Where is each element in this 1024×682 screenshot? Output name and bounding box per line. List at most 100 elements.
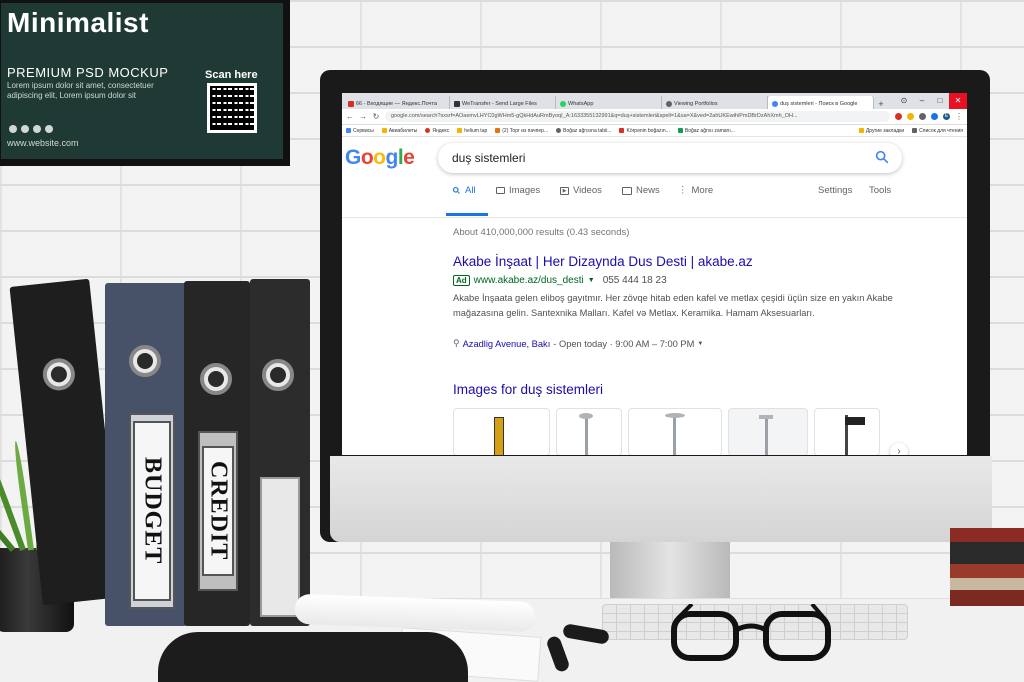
binder-label-holder: CREDIT [198,431,238,591]
book-stack [950,528,1024,606]
browser-tab-label: WhatsApp [568,101,594,107]
bookmark-favicon-icon [495,128,501,133]
tab-more[interactable]: ⋮ More [678,185,713,196]
bookmark-item[interactable]: Сервисы [346,128,374,134]
office-chair [158,632,468,682]
browser-tab-label: 66 - Входящие — Яндекс.Почта [356,101,437,107]
binder-blank-label [260,477,300,617]
whatsapp-icon [560,101,566,107]
browser-tab[interactable]: WeTransfer - Send Large Files [450,96,556,109]
settings-link[interactable]: Settings [818,185,852,196]
gmail-icon [348,101,354,107]
bookmark-label: (2) Торг из пачпер... [502,127,549,134]
reload-icon[interactable]: ↻ [372,112,380,121]
reading-list-icon [912,128,918,133]
browser-tab-active[interactable]: duş sistemleri - Поиск в Google [768,96,874,109]
menu-kebab-icon[interactable]: ⋮ [955,112,963,121]
google-logo[interactable]: Google [345,146,415,170]
browser-tab-label: WeTransfer - Send Large Files [462,101,537,107]
binder-budget: BUDGET [105,283,187,626]
social-icon [9,125,17,133]
bookmark-item[interactable]: Boğaz ağrısına tabii... [556,128,611,134]
browser-tab[interactable]: Viewing Portfolios [662,96,768,109]
binder-ring-hole [41,356,77,392]
bookmark-item[interactable]: Яндекс [425,128,449,134]
poster-scan-label: Scan here [205,69,258,81]
url-input[interactable]: google.com/search?sxsrf=AOaemvLHYC0gWHm5… [385,111,890,122]
poster-body-text: Lorem ipsum dolor sit amet, consectetuer… [7,81,154,100]
close-window-icon[interactable]: ✕ [949,93,967,109]
profile-avatar[interactable]: E [943,113,950,120]
monitor-screen: 66 - Входящие — Яндекс.Почта WeTransfer … [342,93,967,455]
back-arrow-icon[interactable]: ← [346,112,354,121]
bookmark-label: Boğaz ağrısına tabii... [563,127,612,134]
bookmark-label: Boğaz ağrısı zamanı... [684,127,735,134]
social-icon [21,125,29,133]
poster-title: Minimalist [7,7,149,38]
bookmark-favicon-icon [457,128,463,133]
tab-more-label: More [691,185,714,196]
tools-link[interactable]: Tools [869,185,891,196]
tab-search-icon[interactable]: ⊙ [895,93,913,109]
tab-images-label: Images [509,185,541,196]
reading-list[interactable]: Список для чтения [912,128,963,134]
binder-label: BUDGET [133,421,171,601]
wetransfer-icon [454,101,460,107]
browser-tab[interactable]: WhatsApp [556,96,662,109]
google-results-page: Google duş sistemleri All Images ▶ Video… [342,137,967,455]
settings-label: Settings [818,185,853,196]
bookmark-favicon-icon [677,128,683,133]
binder-ring-hole [200,363,232,395]
video-play-icon: ▶ [560,186,569,195]
extension-icon[interactable] [907,113,914,120]
bookmark-item[interactable]: Boğaz ağrısı zamanı... [677,127,735,134]
extension-icon[interactable] [919,113,926,120]
tab-all[interactable]: All [452,185,476,196]
bookmark-label: Другие закладки [865,127,905,134]
monitor-chin [330,456,992,542]
binder-label: CREDIT [202,446,234,576]
google-icon [772,101,778,107]
tab-news-label: News [636,185,660,196]
bookmark-folder-other[interactable]: Другие закладки [858,127,905,134]
extension-icon[interactable] [931,113,938,120]
image-icon [496,187,505,194]
search-icon[interactable] [874,149,890,165]
binder-label-holder: BUDGET [129,413,175,609]
tab-news[interactable]: News [622,185,660,196]
portfolio-icon [666,101,672,107]
poster-panel: Minimalist PREMIUM PSD MOCKUP Lorem ipsu… [1,3,283,159]
browser-tab-bar: 66 - Входящие — Яндекс.Почта WeTransfer … [342,93,967,109]
browser-tab-label: Viewing Portfolios [674,101,718,107]
bookmark-label: Авиабилеты [388,127,418,134]
extension-icon[interactable] [895,113,902,120]
bookmark-label: Список для чтения [919,127,963,134]
forward-arrow-icon[interactable]: → [359,112,367,121]
bookmark-favicon-icon [381,128,387,133]
bookmark-label: Körpənin boğazın... [626,127,670,134]
folder-icon [858,128,864,133]
bookmark-item[interactable]: Авиабилеты [381,127,418,134]
binder-budget-label: BUDGET [139,457,166,565]
tab-images[interactable]: Images [496,185,540,196]
bookmark-favicon-icon [425,128,431,133]
monitor-stand [610,542,730,606]
new-tab-plus-icon[interactable]: + [874,99,888,109]
browser-address-bar: ← → ↻ google.com/search?sxsrf=AOaemvLHYC… [342,109,967,125]
bookmark-item[interactable]: Körpənin boğazın... [619,127,670,134]
bookmark-favicon-icon [556,128,562,133]
tab-videos[interactable]: ▶ Videos [560,185,602,196]
tools-label: Tools [869,185,892,196]
search-input[interactable]: duş sistemleri [438,143,902,173]
window-controls: ⊙ – □ ✕ [895,93,967,109]
bookmark-item[interactable]: helium tap [457,128,487,134]
bookmark-label: helium tap [464,127,488,134]
minimize-icon[interactable]: – [913,93,931,109]
qr-code-icon [207,83,257,133]
browser-tab[interactable]: 66 - Входящие — Яндекс.Почта [344,96,450,109]
binder-credit: CREDIT [184,281,250,626]
maximize-icon[interactable]: □ [931,93,949,109]
binder-credit-label: CREDIT [205,461,232,561]
bookmark-item[interactable]: (2) Торг из пачпер... [495,128,548,134]
binder-ring-hole [129,345,161,377]
